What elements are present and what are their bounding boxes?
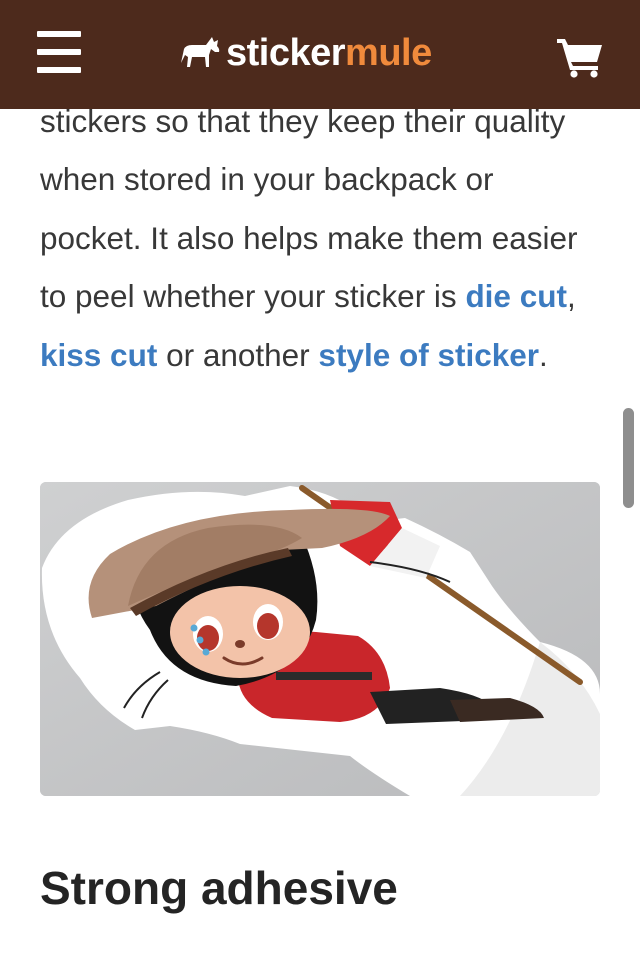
hamburger-menu-icon[interactable] xyxy=(37,31,81,73)
site-logo[interactable]: stickermule xyxy=(178,28,432,78)
sticker-photo xyxy=(40,482,600,796)
logo-text-sticker: sticker xyxy=(226,32,346,74)
shopping-cart-icon[interactable] xyxy=(556,36,604,78)
section-heading: Strong adhesive xyxy=(40,862,398,914)
kiss-cut-link[interactable]: kiss cut xyxy=(40,337,157,373)
article-paragraph: stickers so that they keep their quality… xyxy=(40,103,578,373)
mule-logo-icon xyxy=(181,37,220,67)
logo-text-mule: mule xyxy=(345,32,432,74)
vertical-scrollbar[interactable] xyxy=(623,408,634,508)
app-header: stickermule xyxy=(0,0,640,109)
sticker-style-link[interactable]: style of sticker xyxy=(318,337,539,373)
die-cut-link[interactable]: die cut xyxy=(465,278,567,314)
